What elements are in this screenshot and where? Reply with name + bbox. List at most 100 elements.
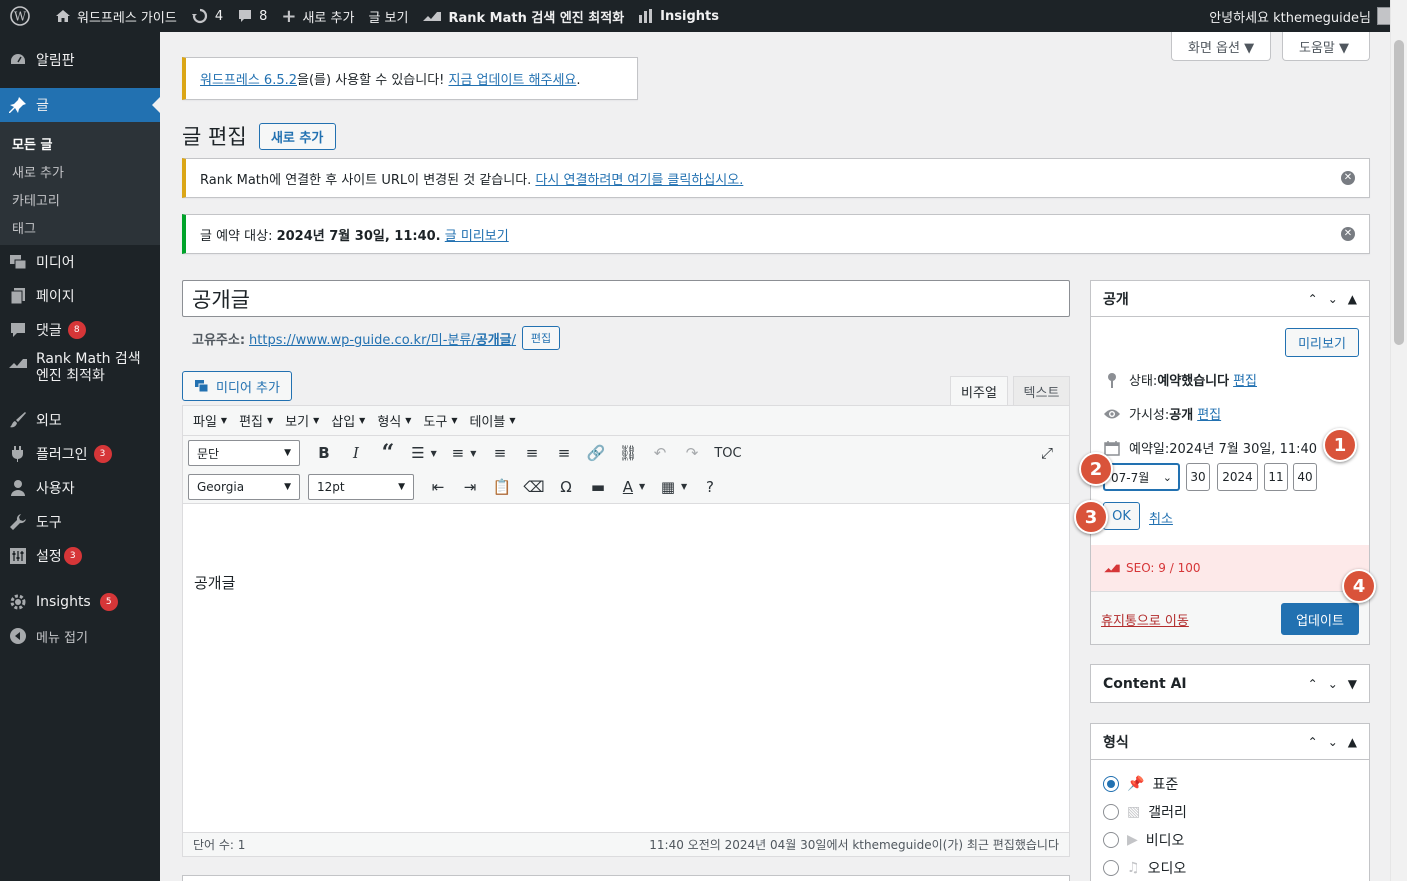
visibility-edit-link[interactable]: 편집 bbox=[1197, 404, 1221, 423]
submenu-categories[interactable]: 카테고리 bbox=[0, 185, 160, 213]
menu-appearance[interactable]: 외모 bbox=[0, 403, 160, 437]
rankmath-adminbar-link[interactable]: Rank Math 검색 엔진 최적화 bbox=[415, 0, 631, 32]
align-left-icon[interactable]: ≡ bbox=[484, 440, 516, 466]
undo-icon[interactable]: ↶ bbox=[644, 440, 676, 466]
bold-icon[interactable]: B bbox=[308, 440, 340, 466]
menu-media[interactable]: 미디어 bbox=[0, 245, 160, 279]
rankmath-reconnect-link[interactable]: 다시 연결하려면 여기를 클릭하십시오. bbox=[535, 173, 743, 188]
format-option-video[interactable]: ▶ 비디오 bbox=[1103, 830, 1184, 850]
fullscreen-icon[interactable]: ⤢ bbox=[1031, 440, 1063, 466]
day-input[interactable]: 30 bbox=[1186, 463, 1210, 491]
format-box-header[interactable]: 형식 ⌃ ⌄ ▲ bbox=[1091, 724, 1369, 760]
dismiss-icon[interactable]: ✕ bbox=[1341, 227, 1355, 241]
outdent-icon[interactable]: ⇤ bbox=[422, 474, 454, 500]
radio-audio[interactable] bbox=[1103, 860, 1119, 876]
menu-posts[interactable]: 글 bbox=[0, 88, 160, 122]
paste-text-icon[interactable]: 📋 bbox=[486, 474, 518, 500]
move-up-icon[interactable]: ⌃ bbox=[1308, 735, 1318, 749]
font-family-select[interactable]: Georgia ▼ bbox=[188, 473, 300, 500]
wordpress-logo-icon[interactable]: W bbox=[0, 0, 48, 32]
content-ai-header[interactable]: Content AI ⌃ ⌄ ▼ bbox=[1091, 665, 1369, 702]
collapse-menu-button[interactable]: 메뉴 접기 bbox=[0, 619, 160, 653]
blockquote-icon[interactable]: “ bbox=[372, 440, 404, 466]
scrollbar-thumb[interactable] bbox=[1394, 40, 1404, 345]
permalink-edit-button[interactable]: 편집 bbox=[522, 326, 561, 350]
site-name-link[interactable]: 워드프레스 가이드 bbox=[48, 0, 184, 32]
text-color-icon[interactable]: A ▼ bbox=[614, 474, 654, 500]
menu-tools[interactable]: 도구 bbox=[0, 505, 160, 539]
bullet-list-icon[interactable]: ☰ ▼ bbox=[404, 440, 444, 466]
format-option-standard[interactable]: 📌 표준 bbox=[1103, 774, 1178, 794]
menu-rankmath[interactable]: Rank Math 검색 엔진 최적화 bbox=[0, 347, 160, 393]
toc-button[interactable]: TOC bbox=[708, 440, 748, 466]
collapse-toggle-icon[interactable]: ▲ bbox=[1348, 292, 1357, 306]
add-media-button[interactable]: 미디어 추가 bbox=[182, 371, 292, 401]
schedule-ok-button[interactable]: OK bbox=[1103, 502, 1140, 530]
hour-input[interactable]: 11 bbox=[1264, 463, 1288, 491]
publish-box-header[interactable]: 공개 ⌃ ⌄ ▲ bbox=[1091, 281, 1369, 317]
redo-icon[interactable]: ↷ bbox=[676, 440, 708, 466]
status-edit-link[interactable]: 편집 bbox=[1233, 370, 1257, 389]
menu-dashboard[interactable]: 알림판 bbox=[0, 43, 160, 77]
editor-content-area[interactable]: 공개글 bbox=[183, 544, 1069, 826]
schedule-cancel-link[interactable]: 취소 bbox=[1149, 508, 1173, 527]
menu-edit[interactable]: 편집 ▼ bbox=[233, 411, 279, 430]
menu-insert[interactable]: 삽입 ▼ bbox=[325, 411, 371, 430]
special-char-icon[interactable]: Ω bbox=[550, 474, 582, 500]
update-button[interactable]: 업데이트 bbox=[1281, 603, 1359, 635]
menu-comments[interactable]: 댓글 8 bbox=[0, 313, 160, 347]
block-format-select[interactable]: 문단 ▼ bbox=[188, 440, 300, 466]
radio-video[interactable] bbox=[1103, 832, 1119, 848]
menu-plugins[interactable]: 플러그인 3 bbox=[0, 437, 160, 471]
post-title-input[interactable]: 공개글 bbox=[182, 280, 1070, 317]
month-select[interactable]: 07-7월 ⌄ bbox=[1103, 463, 1180, 491]
tab-text[interactable]: 텍스트 bbox=[1013, 376, 1070, 405]
my-account-link[interactable]: 안녕하세요 kthemeguide님 bbox=[1209, 7, 1407, 26]
horizontal-line-icon[interactable]: ▬ bbox=[582, 474, 614, 500]
screen-options-button[interactable]: 화면 옵션 ▼ bbox=[1171, 32, 1271, 61]
permalink-link[interactable]: https://www.wp-guide.co.kr/미-분류/공개글/ bbox=[249, 329, 516, 348]
format-option-audio[interactable]: ♫ 오디오 bbox=[1103, 858, 1186, 878]
view-post-link[interactable]: 글 보기 bbox=[361, 0, 415, 32]
move-down-icon[interactable]: ⌄ bbox=[1328, 677, 1338, 691]
tab-visual[interactable]: 비주얼 bbox=[950, 376, 1008, 406]
help-icon[interactable]: ? bbox=[694, 474, 726, 500]
updates-link[interactable]: 4 bbox=[184, 0, 230, 32]
table-icon[interactable]: ▦ ▼ bbox=[654, 474, 694, 500]
radio-gallery[interactable] bbox=[1103, 804, 1119, 820]
move-down-icon[interactable]: ⌄ bbox=[1328, 735, 1338, 749]
insights-adminbar-link[interactable]: Insights bbox=[631, 0, 726, 32]
menu-tools[interactable]: 도구 ▼ bbox=[417, 411, 463, 430]
page-scrollbar[interactable] bbox=[1390, 0, 1407, 881]
collapse-toggle-icon[interactable]: ▲ bbox=[1348, 735, 1357, 749]
link-icon[interactable]: 🔗 bbox=[580, 440, 612, 466]
move-to-trash-link[interactable]: 휴지통으로 이동 bbox=[1101, 610, 1189, 629]
menu-insights[interactable]: Insights 5 bbox=[0, 585, 160, 619]
font-size-select[interactable]: 12pt ▼ bbox=[308, 473, 414, 500]
submenu-add-new[interactable]: 새로 추가 bbox=[0, 157, 160, 185]
collapse-toggle-icon[interactable]: ▼ bbox=[1348, 677, 1357, 691]
add-new-post-button[interactable]: 새로 추가 bbox=[258, 122, 336, 150]
radio-standard[interactable] bbox=[1103, 776, 1119, 792]
seo-score-row[interactable]: SEO: 9 / 100 bbox=[1091, 545, 1369, 591]
submenu-tags[interactable]: 태그 bbox=[0, 213, 160, 241]
move-down-icon[interactable]: ⌄ bbox=[1328, 292, 1338, 306]
menu-settings[interactable]: 설정 3 bbox=[0, 539, 160, 573]
menu-table[interactable]: 테이블 ▼ bbox=[463, 411, 521, 430]
preview-button[interactable]: 미리보기 bbox=[1285, 328, 1359, 357]
menu-pages[interactable]: 페이지 bbox=[0, 279, 160, 313]
clear-format-icon[interactable]: ⌫ bbox=[518, 474, 550, 500]
post-preview-link[interactable]: 글 미리보기 bbox=[445, 229, 509, 244]
comments-link[interactable]: 8 bbox=[230, 0, 274, 32]
new-content-link[interactable]: + 새로 추가 bbox=[274, 0, 361, 32]
year-input[interactable]: 2024 bbox=[1217, 463, 1258, 491]
menu-file[interactable]: 파일 ▼ bbox=[187, 411, 233, 430]
menu-view[interactable]: 보기 ▼ bbox=[279, 411, 325, 430]
submenu-all-posts[interactable]: 모든 글 bbox=[0, 129, 160, 157]
numbered-list-icon[interactable]: ≡ ▼ bbox=[444, 440, 484, 466]
menu-format[interactable]: 형식 ▼ bbox=[371, 411, 417, 430]
unlink-icon[interactable]: ⛓ bbox=[612, 440, 644, 466]
move-up-icon[interactable]: ⌃ bbox=[1308, 292, 1318, 306]
help-button[interactable]: 도움말 ▼ bbox=[1282, 32, 1370, 61]
dismiss-icon[interactable]: ✕ bbox=[1341, 171, 1355, 185]
